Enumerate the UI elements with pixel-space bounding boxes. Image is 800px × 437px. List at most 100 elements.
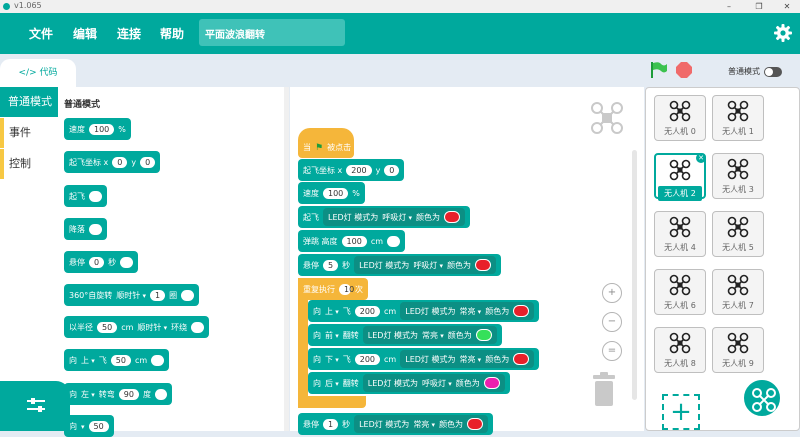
palette-block-speed[interactable]: 速度 100% (64, 118, 131, 140)
led-mode-dropdown[interactable]: 呼吸灯 (382, 212, 412, 223)
drone-card-5[interactable]: 无人机 5 (712, 211, 764, 257)
led-color-swatch[interactable] (513, 353, 530, 365)
drone-float-button[interactable] (742, 378, 782, 418)
circle-radius-input[interactable]: 50 (97, 321, 118, 333)
led-color-swatch[interactable] (467, 418, 484, 430)
takeoff-x-input[interactable]: 0 (112, 156, 128, 168)
led-mode-dropdown[interactable]: 常亮 (413, 419, 435, 430)
rotate-count-input[interactable]: 1 (150, 289, 166, 301)
drone-card-3[interactable]: 无人机 3 (712, 153, 764, 199)
distance-input[interactable]: 200 (354, 353, 381, 365)
direction-dropdown[interactable]: 前 (325, 330, 339, 341)
category-normal-mode[interactable]: 普通模式 (0, 87, 58, 117)
move-direction-dropdown[interactable]: 上 (81, 355, 95, 366)
drone-card-4[interactable]: 无人机 4 (654, 211, 706, 257)
drone-card-0[interactable]: 无人机 0 (654, 95, 706, 141)
turn-direction-dropdown[interactable]: 左 (81, 389, 95, 400)
script-takeoff-y-input[interactable]: 0 (384, 164, 400, 176)
maximize-icon[interactable]: ❐ (748, 0, 770, 13)
close-icon[interactable]: ✕ (696, 153, 706, 163)
led-color-swatch[interactable] (475, 259, 492, 271)
gear-icon[interactable] (773, 23, 793, 43)
menu-edit[interactable]: 编辑 (73, 25, 97, 42)
led-mode-dropdown[interactable]: 呼吸灯 (413, 260, 443, 271)
palette-block-hover[interactable]: 悬停 0 秒 (64, 251, 138, 273)
direction-dropdown[interactable]: 后 (325, 378, 339, 389)
drone-card-7[interactable]: 无人机 7 (712, 269, 764, 315)
rotate-direction-dropdown[interactable]: 顺时针 (116, 290, 146, 301)
drone-card-9[interactable]: 无人机 9 (712, 327, 764, 373)
led-color-swatch[interactable] (443, 211, 460, 223)
takeoff-y-input[interactable]: 0 (140, 156, 156, 168)
palette-block-takeoff[interactable]: 起飞 (64, 185, 107, 207)
bounce-height-input[interactable]: 100 (341, 235, 367, 247)
category-events[interactable]: 事件 (0, 118, 58, 148)
led-color-swatch[interactable] (483, 377, 500, 389)
palette-block-turn[interactable]: 向左转弯90度 (64, 383, 173, 405)
zoom-reset-icon[interactable]: = (602, 341, 622, 361)
event-hat-block[interactable]: 当 ⚑ 被点击 (298, 128, 354, 158)
script-hover-input[interactable]: 5 (323, 259, 339, 271)
turn-angle-input[interactable]: 90 (118, 388, 139, 400)
led-mode-dropdown[interactable]: 呼吸灯 (422, 378, 452, 389)
script-block-bounce[interactable]: 弹跳 高度 100 cm (298, 230, 405, 252)
script-takeoff-x-input[interactable]: 200 (346, 164, 372, 176)
menu-connect[interactable]: 连接 (117, 25, 141, 42)
trash-icon[interactable] (591, 372, 617, 406)
script-block-repeat-inner-1[interactable]: 向前翻转LED灯 模式为常亮颜色为 (308, 324, 502, 346)
direction-dropdown[interactable]: 下 (325, 354, 339, 365)
close-icon[interactable]: ✕ (776, 0, 798, 13)
circle-direction-dropdown[interactable]: 顺时针 (137, 322, 167, 333)
script-block-repeat[interactable]: 重复执行 10 次 (298, 278, 368, 300)
menu-help[interactable]: 帮助 (160, 25, 184, 42)
script-block-repeat-inner-0[interactable]: 向上飞200cmLED灯 模式为常亮颜色为 (308, 300, 540, 322)
led-mode-dropdown[interactable]: 常亮 (422, 330, 444, 341)
script-block-last[interactable]: 悬停1秒LED灯 模式为常亮颜色为 (298, 413, 494, 435)
script-speed-input[interactable]: 100 (323, 187, 349, 199)
stop-icon[interactable] (676, 62, 692, 78)
expand-extension-button[interactable] (0, 381, 70, 431)
palette-block-move[interactable]: 向上飞50cm (64, 349, 169, 371)
script-block-hover-led[interactable]: 悬停5秒LED灯 模式为呼吸灯颜色为 (298, 254, 502, 276)
green-flag-icon[interactable] (650, 62, 668, 78)
mode-toggle[interactable]: 普通模式 (728, 66, 782, 77)
add-drone-button[interactable]: + (662, 394, 700, 430)
palette-block-circle[interactable]: 以半径50cm顺时针环绕 (64, 316, 209, 338)
led-mode-dropdown[interactable]: 常亮 (459, 306, 481, 317)
palette-block-land[interactable]: 降落 (64, 218, 107, 240)
project-name-field[interactable]: 平面波浪翻转 (199, 19, 345, 46)
last-hover-input[interactable]: 1 (323, 418, 339, 430)
direction-dropdown[interactable]: 上 (325, 306, 339, 317)
drone-icon (669, 274, 691, 296)
drone-card-1[interactable]: 无人机 1 (712, 95, 764, 141)
tab-row: </> 代码 (0, 54, 645, 87)
speed-value-input[interactable]: 100 (89, 123, 115, 135)
palette-block-takeoff-coord[interactable]: 起飞坐标 x0y0 (64, 151, 161, 173)
palette-block-partial[interactable]: 向50 (64, 415, 114, 437)
menu-file[interactable]: 文件 (29, 25, 53, 42)
led-color-swatch[interactable] (513, 305, 530, 317)
repeat-count-input[interactable]: 10 (339, 283, 354, 295)
script-block-speed[interactable]: 速度 100% (298, 182, 365, 204)
workspace-scrollbar[interactable] (632, 150, 637, 400)
palette-scrollbar[interactable] (284, 87, 289, 431)
tab-code[interactable]: </> 代码 (0, 59, 76, 87)
toggle-switch[interactable] (764, 66, 782, 77)
minimize-icon[interactable]: – (718, 0, 740, 13)
zoom-in-icon[interactable]: + (602, 283, 622, 303)
script-block-repeat-inner-2[interactable]: 向下飞200cmLED灯 模式为常亮颜色为 (308, 348, 540, 370)
move-distance-input[interactable]: 50 (110, 354, 131, 366)
palette-block-rotate360[interactable]: 360°自旋转顺时针1圈 (64, 284, 199, 306)
drone-card-8[interactable]: 无人机 8 (654, 327, 706, 373)
drone-card-2[interactable]: 无人机 2 ✕ (654, 153, 706, 201)
led-mode-dropdown[interactable]: 常亮 (459, 354, 481, 365)
hover-value-input[interactable]: 0 (89, 256, 105, 268)
script-block-takeoff-coord[interactable]: 起飞坐标 x 200 y 0 (298, 159, 405, 181)
script-block-repeat-inner-3[interactable]: 向后翻转LED灯 模式为呼吸灯颜色为 (308, 372, 510, 394)
drone-card-6[interactable]: 无人机 6 (654, 269, 706, 315)
distance-input[interactable]: 200 (354, 305, 381, 317)
script-block-takeoff-led[interactable]: 起飞LED灯 模式为呼吸灯颜色为 (298, 206, 470, 228)
zoom-out-icon[interactable]: − (602, 312, 622, 332)
led-color-swatch[interactable] (475, 329, 492, 341)
category-control[interactable]: 控制 (0, 149, 58, 179)
